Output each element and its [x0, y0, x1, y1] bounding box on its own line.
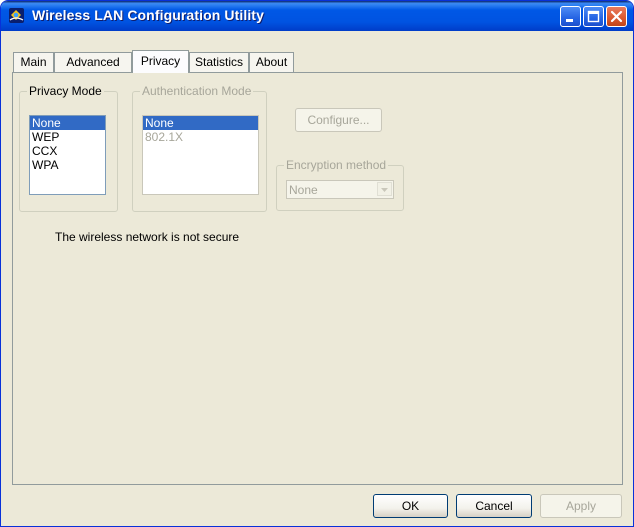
tab-about[interactable]: About [249, 52, 294, 72]
security-status-text: The wireless network is not secure [55, 230, 240, 244]
chevron-down-icon [377, 182, 392, 196]
tab-privacy[interactable]: Privacy [132, 50, 189, 73]
app-window: Wireless LAN Configuration Utility Main … [0, 0, 634, 527]
privacy-mode-label: Privacy Mode [27, 84, 104, 98]
privacy-mode-option-ccx[interactable]: CCX [30, 144, 105, 158]
encryption-method-select: None [286, 180, 394, 199]
privacy-mode-option-wpa[interactable]: WPA [30, 158, 105, 172]
privacy-mode-group: Privacy Mode None WEP CCX WPA [19, 84, 118, 212]
title-bar[interactable]: Wireless LAN Configuration Utility [1, 1, 633, 31]
tab-main[interactable]: Main [13, 52, 54, 72]
auth-mode-option-none: None [143, 116, 258, 130]
tab-advanced[interactable]: Advanced [54, 52, 132, 72]
cancel-button[interactable]: Cancel [456, 494, 532, 518]
encryption-method-group: Encryption method None [276, 158, 404, 211]
privacy-mode-option-wep[interactable]: WEP [30, 130, 105, 144]
wireless-network-icon [8, 7, 25, 24]
encryption-method-label: Encryption method [284, 158, 389, 172]
configure-button: Configure... [295, 108, 382, 132]
maximize-button[interactable] [583, 6, 604, 27]
privacy-panel: Privacy Mode None WEP CCX WPA Authentica… [12, 72, 623, 485]
authentication-mode-label: Authentication Mode [140, 84, 254, 98]
apply-button: Apply [540, 494, 622, 518]
privacy-mode-list[interactable]: None WEP CCX WPA [29, 115, 106, 195]
encryption-method-value: None [289, 183, 318, 197]
authentication-mode-group: Authentication Mode None 802.1X [132, 84, 267, 212]
tab-statistics[interactable]: Statistics [189, 52, 249, 72]
ok-button-main[interactable]: OK [373, 494, 448, 518]
authentication-mode-list: None 802.1X [142, 115, 259, 195]
privacy-mode-option-none[interactable]: None [30, 116, 105, 130]
window-title: Wireless LAN Configuration Utility [32, 7, 264, 23]
auth-mode-option-8021x: 802.1X [145, 130, 184, 144]
minimize-button[interactable] [560, 6, 581, 27]
close-button[interactable] [606, 6, 627, 27]
